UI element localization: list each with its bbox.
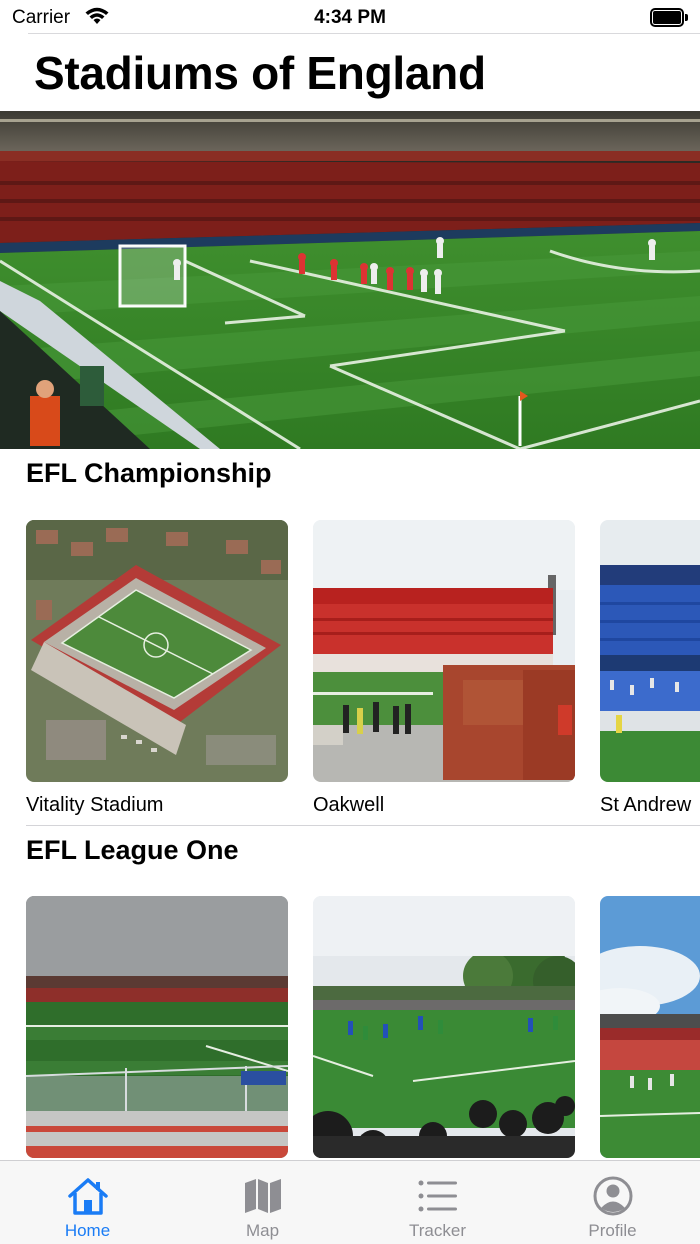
stadium-image <box>313 896 575 1158</box>
stadium-name: Vitality Stadium <box>26 794 164 816</box>
stadium-image <box>600 520 700 782</box>
stadium-image <box>600 896 700 1158</box>
status-bar: Carrier 4:34 PM <box>0 0 700 34</box>
tab-home[interactable]: Home <box>0 1161 175 1244</box>
stadium-carousel-championship[interactable]: Vitality Stadium Oakwell St Andrew <box>0 520 700 820</box>
list-icon <box>417 1175 459 1217</box>
stadium-image <box>26 520 288 782</box>
stadium-image <box>313 520 575 782</box>
section-title-league-one: EFL League One <box>26 835 239 865</box>
tab-label: Profile <box>588 1221 637 1240</box>
person-circle-icon <box>592 1175 634 1217</box>
status-divider <box>28 33 700 34</box>
stadium-name: Oakwell <box>313 794 385 816</box>
stadium-name: St Andrew <box>600 794 692 816</box>
page-title: Stadiums of England <box>34 47 486 99</box>
battery-icon <box>650 8 688 27</box>
section-title-championship: EFL Championship <box>26 458 272 488</box>
tab-profile[interactable]: Profile <box>525 1161 700 1244</box>
stadium-image <box>26 896 288 1158</box>
stadium-carousel-league-one[interactable] <box>0 896 700 1160</box>
map-icon <box>242 1175 284 1217</box>
house-icon <box>67 1175 109 1217</box>
tab-map[interactable]: Map <box>175 1161 350 1244</box>
tab-label: Tracker <box>409 1221 466 1240</box>
section-divider <box>26 825 700 826</box>
tab-bar: Home Map Tracker Profile <box>0 1160 700 1244</box>
clock: 4:34 PM <box>314 7 386 28</box>
tab-label: Map <box>245 1221 280 1240</box>
tab-tracker[interactable]: Tracker <box>350 1161 525 1244</box>
hero-stadium-image <box>0 111 700 449</box>
tab-label: Home <box>64 1221 111 1240</box>
